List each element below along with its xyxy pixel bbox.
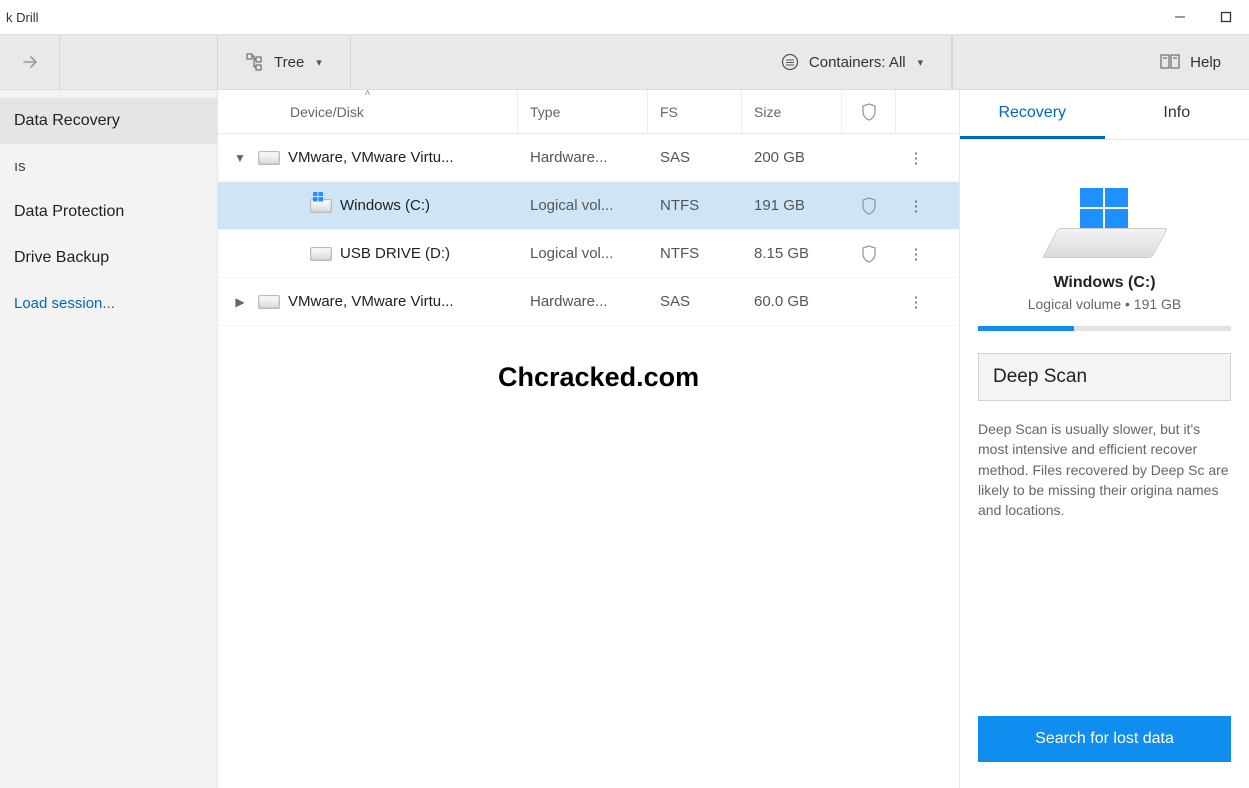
help-section: Help <box>1132 35 1249 89</box>
sort-indicator-icon: ˄ <box>365 88 371 99</box>
cell-shield <box>842 245 896 263</box>
window-controls <box>1157 0 1249 34</box>
sidebar-item-drive-backup[interactable]: Drive Backup <box>0 235 217 281</box>
containers-dropdown[interactable]: Containers: All ▾ <box>771 47 933 77</box>
details-panel: Recovery Info Windows (C:) Logical volum… <box>959 90 1249 788</box>
sidebar-item-label: Data Protection <box>14 203 124 220</box>
tree-dropdown[interactable]: Tree ▾ <box>236 47 332 77</box>
table-row[interactable]: ▶ VMware, VMware Virtu... Hardware...SAS60… <box>218 278 959 326</box>
tab-recovery[interactable]: Recovery <box>960 90 1105 139</box>
cell-device: USB DRIVE (D:) <box>218 245 518 262</box>
cell-shield <box>842 197 896 215</box>
sidebar: Data Recovery ıs Data Protection Drive B… <box>0 90 218 788</box>
disk-icon <box>310 247 332 261</box>
windows-logo-icon <box>1080 188 1128 228</box>
cell-fs: NTFS <box>648 197 742 214</box>
back-section <box>0 35 60 89</box>
device-list: Device/Disk ˄ Type FS Size ▼ VMware, VMwa… <box>218 90 959 788</box>
help-button[interactable]: Help <box>1150 47 1231 77</box>
device-name: USB DRIVE (D:) <box>340 245 450 262</box>
maximize-button[interactable] <box>1203 0 1249 34</box>
cell-fs: SAS <box>648 149 742 166</box>
table-row[interactable]: ▼ VMware, VMware Virtu... Hardware...SAS20… <box>218 134 959 182</box>
column-headers: Device/Disk ˄ Type FS Size <box>218 90 959 134</box>
sidebar-item-truncated[interactable]: ıs <box>0 144 217 189</box>
cell-device: ▶ VMware, VMware Virtu... <box>218 293 518 310</box>
chevron-down-icon: ▾ <box>316 56 322 69</box>
cell-fs: NTFS <box>648 245 742 262</box>
tree-section: Tree ▾ <box>218 35 351 89</box>
col-type[interactable]: Type <box>518 90 648 133</box>
drive-illustration <box>1050 188 1160 258</box>
help-label: Help <box>1190 54 1221 71</box>
tree-label: Tree <box>274 54 304 71</box>
col-fs[interactable]: FS <box>648 90 742 133</box>
load-session-link[interactable]: Load session... <box>0 281 217 326</box>
toolbar: Tree ▾ Containers: All ▾ Help <box>0 34 1249 90</box>
cell-type: Logical vol... <box>518 197 648 214</box>
cell-fs: SAS <box>648 293 742 310</box>
col-device[interactable]: Device/Disk ˄ <box>218 90 518 133</box>
table-row[interactable]: Windows (C:) Logical vol...NTFS191 GB ⋮ <box>218 182 959 230</box>
cell-size: 8.15 GB <box>742 245 842 262</box>
scan-type-label: Deep Scan <box>993 366 1087 388</box>
disk-icon <box>258 151 280 165</box>
sidebar-item-data-recovery[interactable]: Data Recovery <box>0 98 217 144</box>
drive-title: Windows (C:) <box>978 274 1231 292</box>
forward-arrow-icon[interactable] <box>20 52 40 72</box>
minimize-button[interactable] <box>1157 0 1203 34</box>
panel-body: Windows (C:) Logical volume • 191 GB Dee… <box>960 140 1249 788</box>
device-name: VMware, VMware Virtu... <box>288 293 454 310</box>
book-icon <box>1160 53 1180 71</box>
tree-icon <box>246 53 264 71</box>
cell-device: Windows (C:) <box>218 197 518 214</box>
row-more-button[interactable]: ⋮ <box>896 245 936 263</box>
cell-size: 200 GB <box>742 149 842 166</box>
main: Data Recovery ıs Data Protection Drive B… <box>0 90 1249 788</box>
expand-icon[interactable]: ▶ <box>230 295 250 309</box>
col-shield[interactable] <box>842 90 896 133</box>
row-more-button[interactable]: ⋮ <box>896 293 936 311</box>
scan-description: Deep Scan is usually slower, but it's mo… <box>978 419 1231 520</box>
chevron-down-icon: ▾ <box>918 56 924 69</box>
drive-subtitle: Logical volume • 191 GB <box>978 296 1231 312</box>
device-name: VMware, VMware Virtu... <box>288 149 454 166</box>
sidebar-item-label: ıs <box>14 158 26 175</box>
col-device-label: Device/Disk <box>290 104 364 120</box>
sidebar-item-label: Drive Backup <box>14 249 109 266</box>
containers-icon <box>781 53 799 71</box>
cell-type: Hardware... <box>518 149 648 166</box>
panel-tabs: Recovery Info <box>960 90 1249 140</box>
shield-icon <box>861 103 877 121</box>
watermark-text: Chcracked.com <box>498 362 699 393</box>
cell-size: 60.0 GB <box>742 293 842 310</box>
cell-type: Hardware... <box>518 293 648 310</box>
shield-icon <box>861 245 877 263</box>
search-lost-data-button[interactable]: Search for lost data <box>978 716 1231 762</box>
scan-type-dropdown[interactable]: Deep Scan <box>978 353 1231 401</box>
row-more-button[interactable]: ⋮ <box>896 149 936 167</box>
cell-type: Logical vol... <box>518 245 648 262</box>
row-more-button[interactable]: ⋮ <box>896 197 936 215</box>
collapse-icon[interactable]: ▼ <box>230 151 250 165</box>
col-size[interactable]: Size <box>742 90 842 133</box>
containers-label: Containers: All <box>809 54 906 71</box>
containers-section: Containers: All ▾ <box>753 35 952 89</box>
windows-volume-icon <box>310 199 332 213</box>
disk-icon <box>258 295 280 309</box>
device-name: Windows (C:) <box>340 197 430 214</box>
titlebar: k Drill <box>0 0 1249 34</box>
window-title: k Drill <box>6 10 39 25</box>
sidebar-item-label: Data Recovery <box>14 112 120 129</box>
sidebar-item-data-protection[interactable]: Data Protection <box>0 189 217 235</box>
table-row[interactable]: USB DRIVE (D:) Logical vol...NTFS8.15 GB ⋮ <box>218 230 959 278</box>
usage-bar <box>978 326 1231 331</box>
cell-size: 191 GB <box>742 197 842 214</box>
cell-device: ▼ VMware, VMware Virtu... <box>218 149 518 166</box>
shield-icon <box>861 197 877 215</box>
tab-info[interactable]: Info <box>1105 90 1249 139</box>
